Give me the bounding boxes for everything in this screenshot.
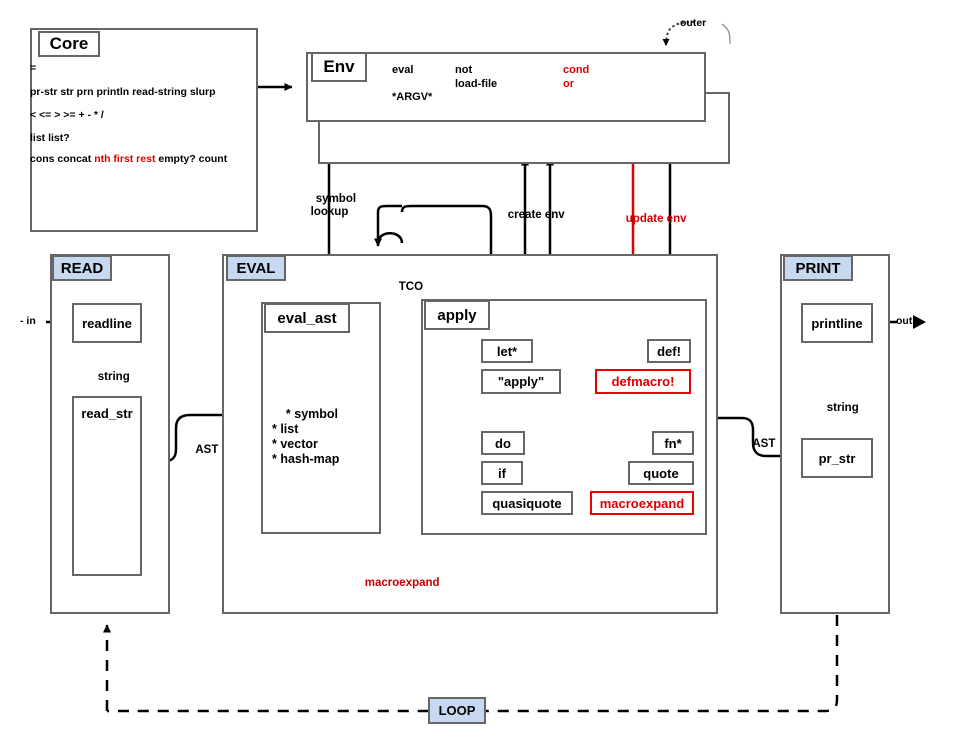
form-def[interactable]: def! xyxy=(647,339,691,363)
form-macroexpand[interactable]: macroexpand xyxy=(590,491,694,515)
node-printline-label: printline xyxy=(811,315,863,331)
form-quote-label: quote xyxy=(643,465,679,481)
env-title-label: Env xyxy=(323,57,355,76)
core-box xyxy=(30,28,258,232)
phase-eval[interactable]: EVAL xyxy=(226,255,286,281)
env-col-2b: or xyxy=(563,77,574,91)
apply-title-label: apply xyxy=(437,306,477,324)
core-line-3-text: list list? xyxy=(30,132,70,144)
label-macroexpand-edge-text: macroexpand xyxy=(364,577,440,589)
form-def-label: def! xyxy=(657,343,681,359)
form-apply-string-label: "apply" xyxy=(497,374,545,389)
node-read-str-label: read_str xyxy=(81,406,133,421)
label-read-ast-text: AST xyxy=(195,444,219,456)
label-symbol-lookup: symbol lookup xyxy=(303,180,356,232)
label-macroexpand-edge: macroexpand xyxy=(352,564,440,603)
label-update-env-text: update env xyxy=(625,213,687,225)
form-if[interactable]: if xyxy=(481,461,523,485)
form-if-label: if xyxy=(498,465,506,481)
env-col-0: eval xyxy=(392,63,413,77)
label-in: - in xyxy=(20,315,36,327)
form-do-label: do xyxy=(495,435,511,451)
form-let-label: let* xyxy=(496,343,518,359)
label-tco: TCO xyxy=(386,268,423,307)
core-line-2-text: < <= > >= + - * / xyxy=(30,109,104,121)
apply-title: apply xyxy=(424,300,490,330)
form-quote[interactable]: quote xyxy=(628,461,694,485)
env-item-or: or xyxy=(563,78,574,90)
label-create-env: create env xyxy=(495,196,565,235)
core-line-0-text: = xyxy=(30,62,37,74)
phase-read-label: READ xyxy=(60,259,104,277)
form-let[interactable]: let* xyxy=(481,339,533,363)
form-quasiquote-label: quasiquote xyxy=(492,495,562,511)
env-outer-label: outer xyxy=(680,17,706,29)
eval-ast-title-label: eval_ast xyxy=(277,309,337,327)
eval-ast-items: * symbol * list * vector * hash-map xyxy=(272,392,339,482)
label-eval-ast-out-text: AST xyxy=(752,438,776,450)
label-eval-ast-out: AST xyxy=(740,425,775,464)
env-col-1b: load-file xyxy=(455,77,497,91)
core-line-4-part-0: cons concat xyxy=(30,153,95,165)
env-item-cond: cond xyxy=(563,64,590,76)
node-printline[interactable]: printline xyxy=(801,303,873,343)
node-pr-str[interactable]: pr_str xyxy=(801,438,873,478)
core-title: Core xyxy=(38,31,100,57)
loop-label: LOOP xyxy=(438,703,476,718)
env-outer-text: outer xyxy=(680,17,707,29)
form-fn-label: fn* xyxy=(664,435,682,451)
label-tco-text: TCO xyxy=(398,281,424,293)
label-print-string-text: string xyxy=(826,402,859,414)
core-line-2: < <= > >= + - * / xyxy=(30,109,104,121)
eval-ast-title: eval_ast xyxy=(264,303,350,333)
core-line-1-text: pr-str str prn println read-string slurp xyxy=(30,86,216,98)
label-symbol-lookup-text: symbol lookup xyxy=(310,193,357,218)
env-col-0b: *ARGV* xyxy=(392,90,432,104)
form-defmacro-label: defmacro! xyxy=(611,374,675,389)
env-title: Env xyxy=(311,52,367,82)
form-macroexpand-label: macroexpand xyxy=(599,495,685,511)
node-readline-label: readline xyxy=(82,315,132,331)
form-fn[interactable]: fn* xyxy=(652,431,694,455)
form-apply-string[interactable]: "apply" xyxy=(481,369,561,394)
env-col-2: cond xyxy=(563,63,589,77)
form-do[interactable]: do xyxy=(481,431,525,455)
node-pr-str-label: pr_str xyxy=(818,450,856,466)
label-read-ast: AST xyxy=(183,431,218,470)
node-readline[interactable]: readline xyxy=(72,303,142,343)
label-update-env: update env xyxy=(613,200,687,239)
env-item-load-file: load-file xyxy=(455,78,498,90)
core-line-4: cons concat nth first rest empty? count xyxy=(30,153,227,165)
phase-read[interactable]: READ xyxy=(52,255,112,281)
label-create-env-text: create env xyxy=(507,209,565,221)
core-line-3: list list? xyxy=(30,132,70,144)
env-item-argv: *ARGV* xyxy=(392,91,433,103)
label-out-text: out xyxy=(896,315,913,327)
form-defmacro[interactable]: defmacro! xyxy=(595,369,691,394)
core-title-label: Core xyxy=(49,34,89,53)
env-col-1: not xyxy=(455,63,472,77)
label-out: out xyxy=(896,315,912,327)
phase-print-label: PRINT xyxy=(795,259,841,277)
phase-print[interactable]: PRINT xyxy=(783,255,853,281)
core-line-4-part-2: empty? count xyxy=(155,153,228,165)
core-line-0: = xyxy=(30,62,36,74)
loop-badge[interactable]: LOOP xyxy=(428,697,486,724)
label-print-string: string xyxy=(814,389,859,428)
env-item-not: not xyxy=(455,64,473,76)
eval-ast-items-text: * symbol * list * vector * hash-map xyxy=(272,407,340,466)
label-read-string-text: string xyxy=(97,371,130,383)
label-in-text: - in xyxy=(20,315,36,327)
core-line-4-part-1: nth first rest xyxy=(94,153,156,165)
env-item-eval: eval xyxy=(392,64,414,76)
phase-eval-label: EVAL xyxy=(236,259,276,277)
core-line-1: pr-str str prn println read-string slurp xyxy=(30,86,216,98)
form-quasiquote[interactable]: quasiquote xyxy=(481,491,573,515)
label-read-string: string xyxy=(85,358,130,397)
diagram-canvas: Core = pr-str str prn println read-strin… xyxy=(0,0,954,744)
node-read-str[interactable]: read_str xyxy=(72,396,142,576)
